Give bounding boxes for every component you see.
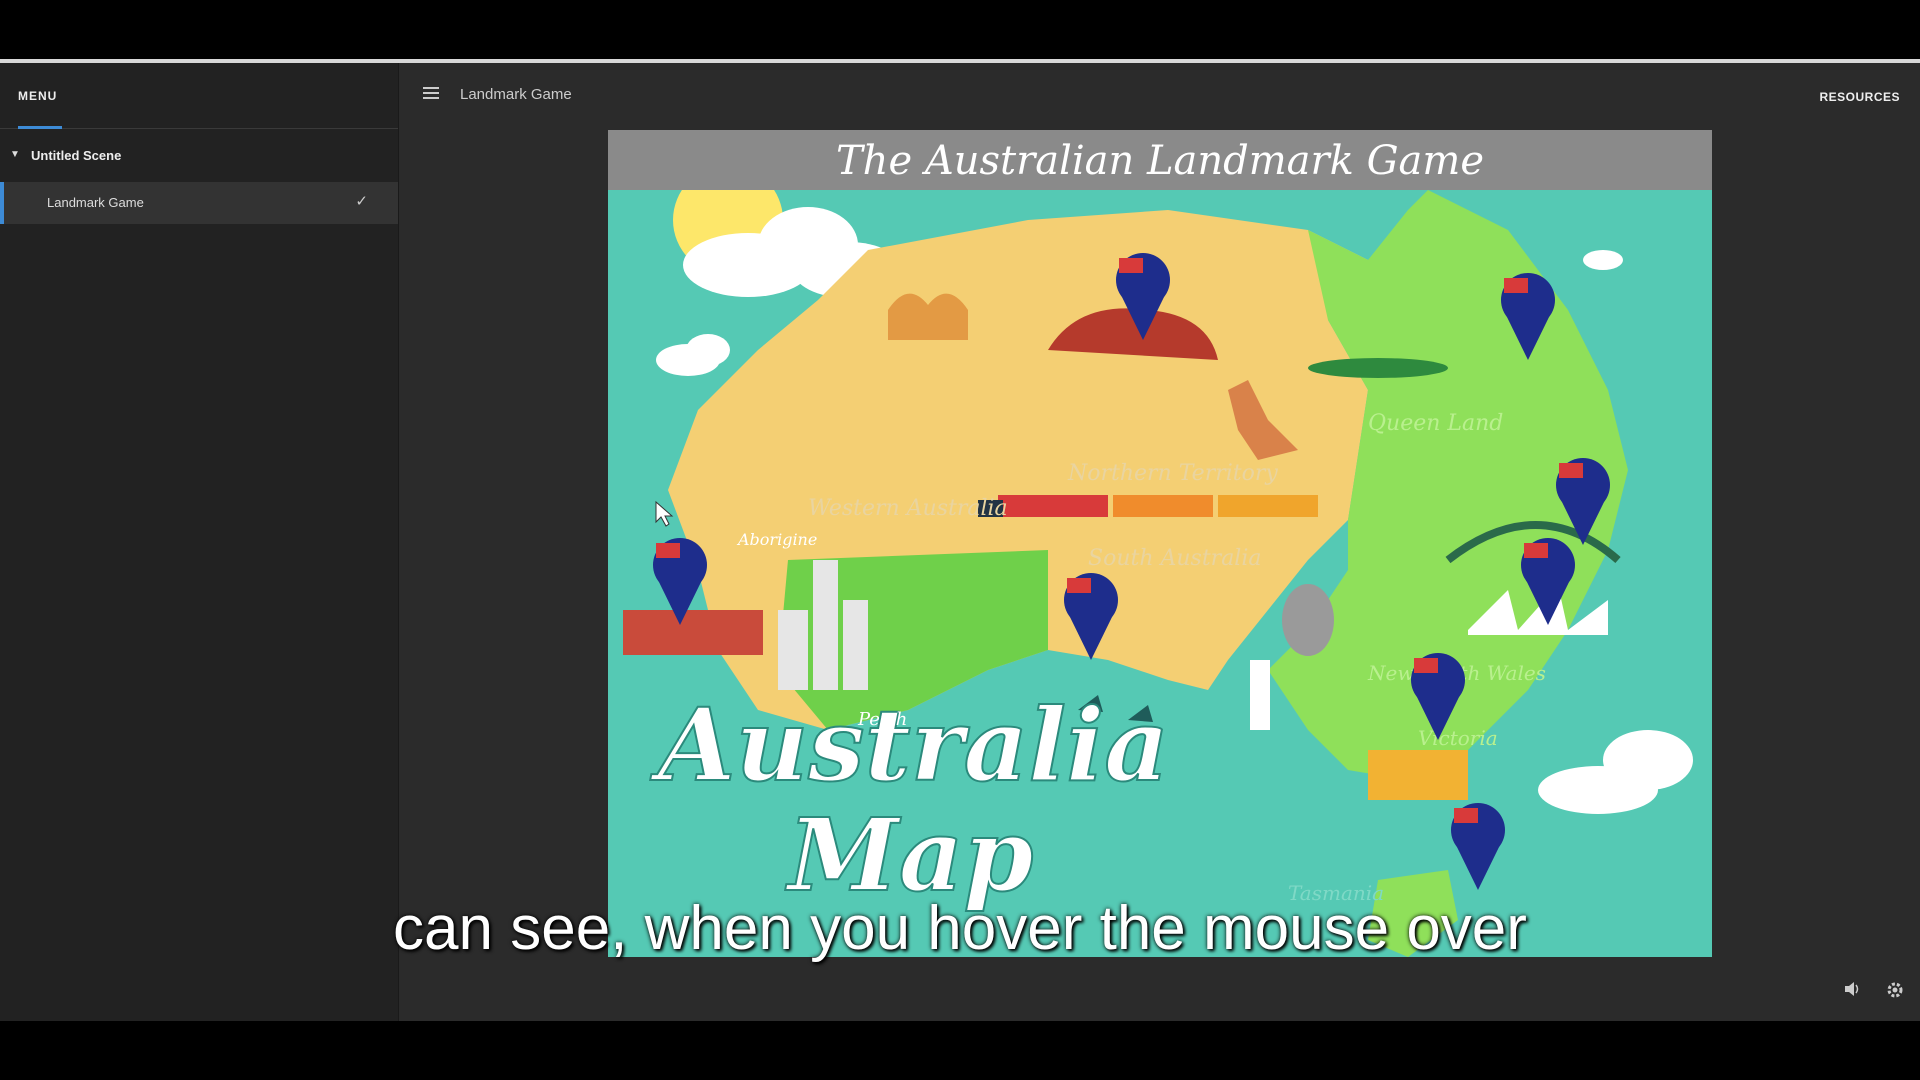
game-stage[interactable]: The Australian Landmark Game Australia M… xyxy=(608,130,1712,957)
sidebar-item-landmark-game[interactable]: Landmark Game ✓ xyxy=(0,182,398,224)
settings-gear-icon[interactable] xyxy=(1885,980,1905,1000)
region-label: South Australia xyxy=(1088,546,1262,571)
scene-tree-node[interactable]: ▼ Untitled Scene xyxy=(0,137,398,177)
cloud-icon xyxy=(1538,730,1693,814)
australia-map[interactable]: Australia Map Western Australia Northern… xyxy=(608,190,1712,957)
sidebar-item-label: Landmark Game xyxy=(47,195,144,210)
game-title-bar: The Australian Landmark Game xyxy=(608,130,1712,190)
koala-icon xyxy=(1282,584,1334,656)
cloud-icon xyxy=(1583,250,1623,270)
sidebar: MENU ▼ Untitled Scene Landmark Game ✓ xyxy=(0,63,399,1021)
region-label: Queen Land xyxy=(1368,411,1503,436)
menu-header: MENU xyxy=(0,63,398,129)
video-subtitle: can see, when you hover the mouse over xyxy=(393,894,1527,963)
place-label: Perth xyxy=(857,709,907,730)
menu-tab-indicator xyxy=(18,126,62,129)
cloud-icon xyxy=(656,334,730,376)
resources-button[interactable]: RESOURCES xyxy=(1819,90,1900,104)
landmark-pin[interactable] xyxy=(1451,803,1505,890)
map-big-label: Australia xyxy=(650,686,1169,804)
mouse-cursor-icon xyxy=(655,500,674,527)
place-label: Aborigine xyxy=(736,530,817,549)
scene-label: Untitled Scene xyxy=(31,148,122,163)
check-icon: ✓ xyxy=(355,193,368,210)
caret-down-icon[interactable]: ▼ xyxy=(10,149,20,160)
volume-icon[interactable] xyxy=(1843,979,1863,999)
page-title: Landmark Game xyxy=(460,86,572,103)
hamburger-menu-icon[interactable] xyxy=(423,87,439,99)
lighthouse-icon xyxy=(1250,660,1270,730)
region-label: Western Australia xyxy=(808,496,1008,521)
flinders-station-icon xyxy=(1368,750,1468,800)
topbar: Landmark Game RESOURCES xyxy=(399,63,1920,128)
menu-tab[interactable]: MENU xyxy=(18,89,57,103)
region-label: Victoria xyxy=(1418,726,1498,750)
region-label: Northern Territory xyxy=(1067,461,1278,486)
selection-indicator xyxy=(0,182,4,224)
game-title: The Australian Landmark Game xyxy=(836,138,1484,184)
crocodile-icon xyxy=(1308,358,1448,378)
train-icon xyxy=(978,495,1318,517)
harbour-icon xyxy=(623,610,763,655)
